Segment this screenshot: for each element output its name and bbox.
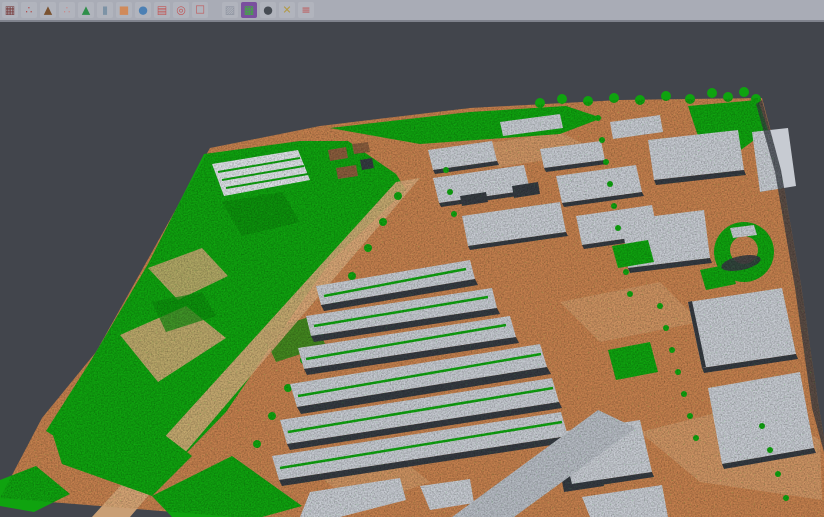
circle-select-icon-glyph: ◎ bbox=[176, 4, 186, 15]
delete-icon-glyph: ✕ bbox=[282, 4, 291, 15]
top-tree-row-dot bbox=[557, 94, 567, 104]
camera-icon[interactable]: ● bbox=[260, 2, 276, 18]
classification-icon[interactable]: ▦ bbox=[241, 2, 257, 18]
histogram-icon-glyph: ▤ bbox=[157, 4, 167, 15]
terrain-brown-icon[interactable]: ▲ bbox=[40, 2, 56, 18]
registration-icon-glyph: ∴ bbox=[26, 4, 33, 15]
profile-icon-glyph: ▮ bbox=[102, 4, 108, 15]
segment-icon[interactable]: ▨ bbox=[222, 2, 238, 18]
scalar-field-icon[interactable]: ≡ bbox=[298, 2, 314, 18]
point-sampling-icon[interactable]: ∴ bbox=[59, 2, 75, 18]
mesh-icon-glyph: ▦ bbox=[5, 4, 15, 15]
sphere-icon[interactable]: ● bbox=[135, 2, 151, 18]
rectangle-select-icon[interactable]: ☐ bbox=[192, 2, 208, 18]
top-tree-row-dot bbox=[707, 88, 717, 98]
scalar-field-icon-glyph: ≡ bbox=[301, 4, 310, 15]
point-sampling-icon-glyph: ∴ bbox=[64, 4, 71, 15]
segment-icon-glyph: ▨ bbox=[225, 4, 235, 15]
point-cloud-scene[interactable] bbox=[0, 22, 824, 517]
top-tree-row-dot bbox=[739, 87, 749, 97]
profile-icon[interactable]: ▮ bbox=[97, 2, 113, 18]
toolbar: ▦ ∴ ▲ ∴ ▲ ▮ ■ ● ▤ ◎ ☐ ▨ ▦ ● ✕ ≡ bbox=[0, 0, 824, 20]
classification-icon-glyph: ▦ bbox=[244, 4, 254, 15]
application-window: ▦ ∴ ▲ ∴ ▲ ▮ ■ ● ▤ ◎ ☐ ▨ ▦ ● ✕ ≡ bbox=[0, 0, 824, 517]
circle-select-icon[interactable]: ◎ bbox=[173, 2, 189, 18]
terrain-green-icon-glyph: ▲ bbox=[82, 4, 90, 15]
registration-icon[interactable]: ∴ bbox=[21, 2, 37, 18]
raster-icon-glyph: ■ bbox=[119, 4, 129, 15]
rectangle-select-icon-glyph: ☐ bbox=[195, 4, 205, 15]
terrain-green-icon[interactable]: ▲ bbox=[78, 2, 94, 18]
camera-icon-glyph: ● bbox=[263, 4, 273, 15]
mesh-icon[interactable]: ▦ bbox=[2, 2, 18, 18]
viewport-3d[interactable] bbox=[0, 22, 824, 517]
delete-icon[interactable]: ✕ bbox=[279, 2, 295, 18]
raster-icon[interactable]: ■ bbox=[116, 2, 132, 18]
sphere-icon-glyph: ● bbox=[138, 4, 148, 15]
histogram-icon[interactable]: ▤ bbox=[154, 2, 170, 18]
terrain-brown-icon-glyph: ▲ bbox=[44, 4, 52, 15]
